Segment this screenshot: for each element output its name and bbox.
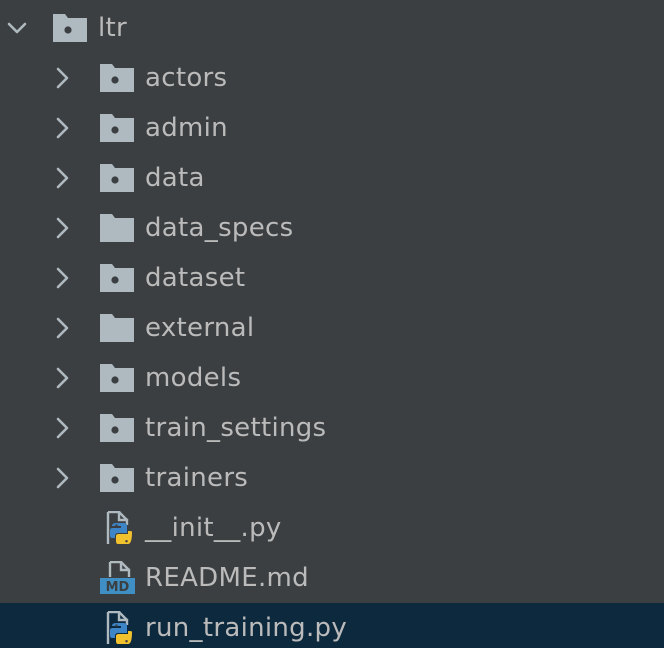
chevron-right-icon[interactable]: [49, 365, 75, 391]
tree-row-label: data: [145, 163, 205, 193]
tree-row-label: __init__.py: [145, 513, 282, 543]
python-file-icon: [106, 611, 132, 644]
tree-row-init-py[interactable]: __init__.py: [0, 503, 664, 553]
tree-row-label: data_specs: [145, 213, 294, 243]
tree-row-label: admin: [145, 113, 228, 143]
md-icon-text: MD: [106, 580, 130, 595]
tree-row-label: models: [145, 363, 242, 393]
project-tree: ltr actors admin data data_specsdataset exte…: [0, 0, 664, 648]
markdown-file-icon: MD: [100, 561, 135, 595]
package-folder-icon: [100, 114, 134, 142]
chevron-right-icon[interactable]: [49, 465, 75, 491]
package-folder-icon: [53, 14, 87, 42]
package-folder-icon: [100, 264, 134, 292]
package-folder-icon: [100, 364, 134, 392]
tree-row-label: train_settings: [145, 413, 327, 443]
tree-row-ltr[interactable]: ltr: [0, 3, 664, 53]
chevron-right-icon[interactable]: [49, 415, 75, 441]
package-folder-icon: [100, 414, 134, 442]
tree-row-dataset[interactable]: dataset: [0, 253, 664, 303]
tree-row-label: ltr: [98, 13, 128, 43]
chevron-right-icon[interactable]: [49, 315, 75, 341]
package-folder-icon: [100, 164, 134, 192]
tree-row-train-settings[interactable]: train_settings: [0, 403, 664, 453]
chevron-right-icon[interactable]: [49, 165, 75, 191]
tree-row-actors[interactable]: actors: [0, 53, 664, 103]
tree-row-label: trainers: [145, 463, 249, 493]
chevron-right-icon[interactable]: [49, 115, 75, 141]
tree-row-label: README.md: [145, 563, 309, 593]
tree-row-external[interactable]: external: [0, 303, 664, 353]
tree-row-data-specs[interactable]: data_specs: [0, 203, 664, 253]
tree-row-trainers[interactable]: trainers: [0, 453, 664, 503]
package-folder-icon: [100, 464, 134, 492]
package-folder-icon: [100, 64, 134, 92]
tree-row-label: run_training.py: [145, 613, 348, 643]
tree-row-readme-md[interactable]: MD README.md: [0, 553, 664, 603]
tree-row-models[interactable]: models: [0, 353, 664, 403]
tree-row-label: actors: [145, 63, 228, 93]
tree-row-run-training-py[interactable]: run_training.py: [0, 603, 664, 648]
chevron-down-icon[interactable]: [4, 15, 30, 41]
chevron-right-icon[interactable]: [49, 65, 75, 91]
chevron-right-icon[interactable]: [49, 265, 75, 291]
tree-row-label: external: [145, 313, 255, 343]
python-file-icon: [106, 511, 132, 544]
folder-icon: [100, 314, 134, 342]
tree-row-data[interactable]: data: [0, 153, 664, 203]
tree-row-admin[interactable]: admin: [0, 103, 664, 153]
tree-row-label: dataset: [145, 263, 246, 293]
chevron-right-icon[interactable]: [49, 215, 75, 241]
folder-icon: [100, 214, 134, 242]
